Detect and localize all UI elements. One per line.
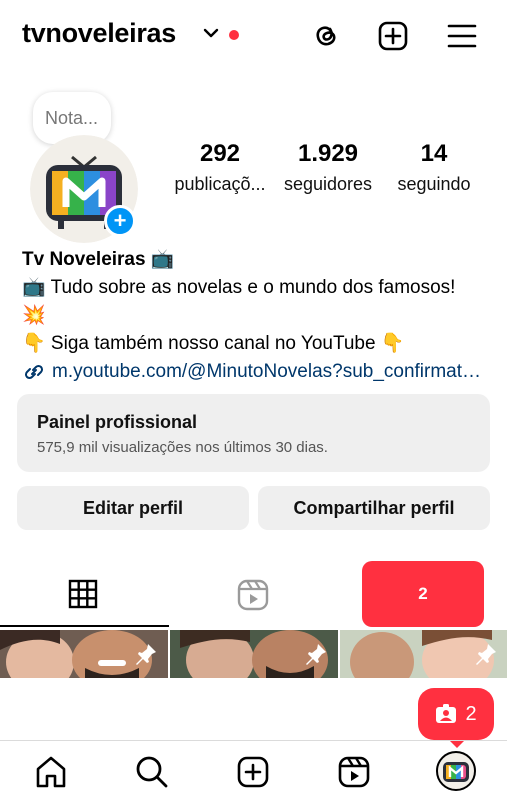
bottom-nav [0, 740, 507, 800]
following-count: 14 [420, 140, 448, 167]
reels-icon [237, 579, 269, 611]
create-post-icon[interactable] [377, 20, 409, 52]
tab-posts[interactable] [0, 565, 169, 623]
pinned-post-thumbnail[interactable] [340, 630, 507, 678]
account-switcher[interactable]: tvnoveleiras [22, 18, 176, 49]
followers-count: 1.929 [297, 140, 359, 167]
pinned-post-thumbnail[interactable] [0, 630, 168, 678]
followers-stat[interactable]: 1.929 seguidores [276, 140, 380, 195]
professional-dashboard-subtitle: 575,9 mil visualizações nos últimos 30 d… [37, 439, 328, 456]
bio-link-text[interactable]: m.youtube.com/@MinutoNovelas?sub_confirm… [52, 358, 482, 386]
add-story-button[interactable]: + [104, 205, 136, 237]
search-icon[interactable] [135, 755, 169, 789]
link-icon [24, 364, 44, 380]
following-stat[interactable]: 14 seguindo [390, 140, 478, 195]
threads-icon[interactable] [310, 20, 342, 52]
bio-link[interactable]: m.youtube.com/@MinutoNovelas?sub_confirm… [22, 358, 492, 386]
bio-line: 👇 Siga também nosso canal no YouTube 👇 [22, 333, 405, 354]
create-icon[interactable] [236, 755, 270, 789]
pinned-post-thumbnail[interactable] [170, 630, 338, 678]
reels-icon[interactable] [337, 755, 371, 789]
posts-label: publicaçõ... [174, 174, 266, 194]
pin-icon [136, 644, 156, 665]
followers-label: seguidores [283, 174, 373, 194]
menu-icon[interactable] [446, 20, 478, 52]
active-tab-indicator [0, 625, 169, 627]
following-label: seguindo [397, 174, 471, 194]
professional-dashboard-title: Painel profissional [37, 412, 198, 432]
tab-tagged[interactable]: 2 [362, 561, 484, 627]
bio: Tv Noveleiras 📺 📺 Tudo sobre as novelas … [22, 246, 492, 386]
home-icon[interactable] [34, 755, 68, 789]
person-badge-icon [436, 704, 457, 723]
tab-reels[interactable] [169, 565, 338, 623]
posts-count: 292 [199, 140, 241, 167]
share-profile-button[interactable]: Compartilhar perfil [258, 486, 490, 530]
notification-count: 2 [465, 702, 477, 725]
bio-line: 💥 [22, 305, 46, 326]
top-bar: tvnoveleiras [0, 0, 507, 72]
posts-stat[interactable]: 292 publicaçõ... [170, 140, 270, 195]
grid-icon [68, 579, 98, 609]
pin-icon [476, 644, 496, 665]
notification-dot [229, 30, 239, 40]
activity-notification-bubble[interactable]: 2 [418, 688, 494, 748]
profile-tab-avatar[interactable] [436, 751, 476, 791]
pin-icon [306, 644, 326, 665]
tv-logo-icon [443, 762, 469, 782]
bio-line: 📺 Tudo sobre as novelas e o mundo dos fa… [22, 277, 456, 298]
edit-profile-button[interactable]: Editar perfil [17, 486, 249, 530]
professional-dashboard[interactable]: Painel profissional 575,9 mil visualizaç… [17, 394, 490, 472]
display-name: Tv Noveleiras 📺 [22, 249, 175, 270]
chevron-down-icon[interactable] [203, 27, 219, 39]
